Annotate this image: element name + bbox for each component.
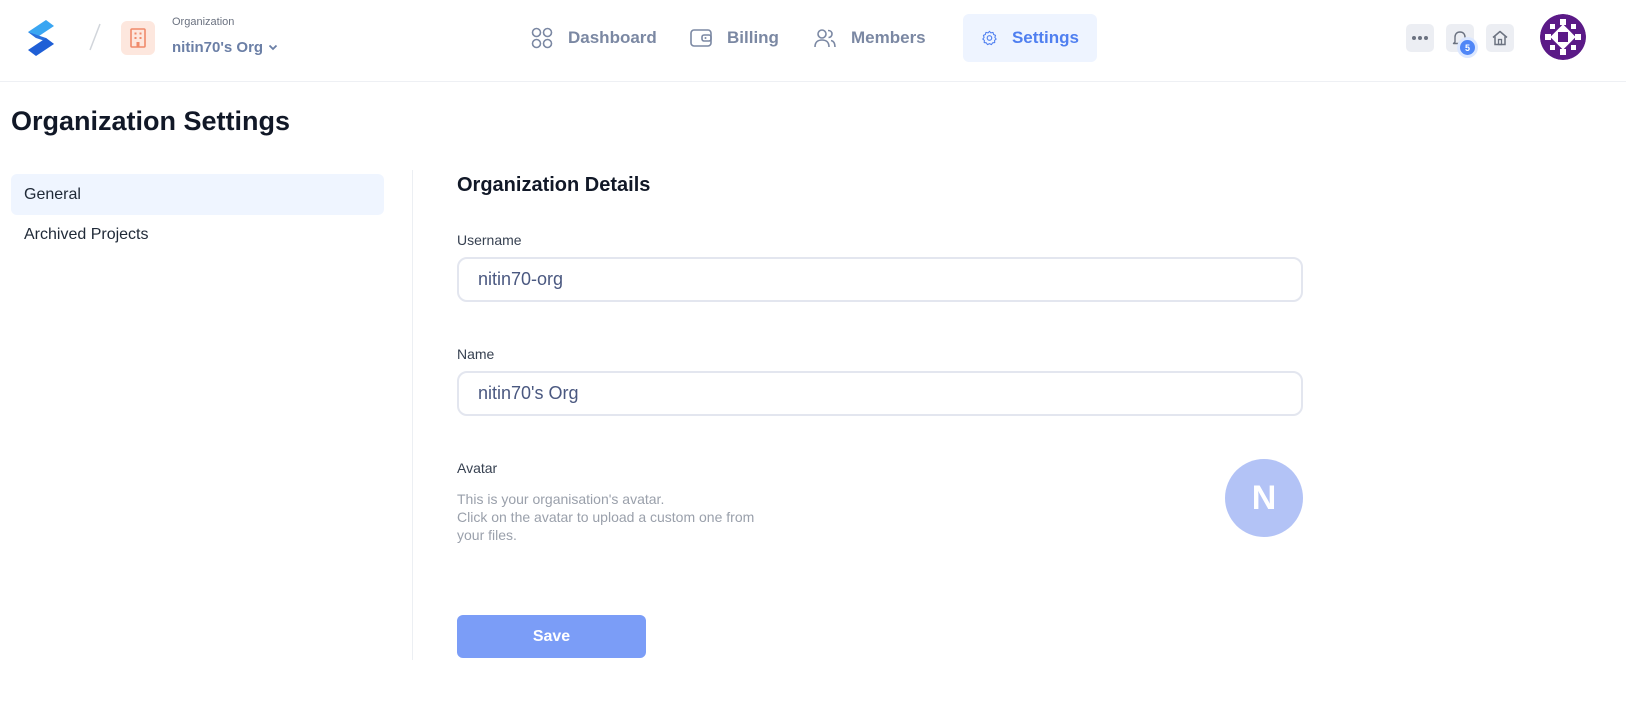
top-navigation-bar: Organization nitin70's Org Dashboard Bil… xyxy=(0,0,1626,82)
nav-dashboard[interactable]: Dashboard xyxy=(512,14,675,62)
username-field[interactable] xyxy=(457,257,1303,302)
nav-billing[interactable]: Billing xyxy=(671,14,797,62)
wallet-icon xyxy=(690,29,712,47)
organization-switcher[interactable]: nitin70's Org xyxy=(172,37,279,57)
more-options-button[interactable] xyxy=(1406,24,1434,52)
sidebar-item-label: Archived Projects xyxy=(24,225,149,243)
avatar-description: This is your organisation's avatar. Clic… xyxy=(457,490,777,544)
more-horizontal-icon xyxy=(1412,36,1428,40)
sidebar-item-archived-projects[interactable]: Archived Projects xyxy=(11,214,384,255)
user-avatar-pattern-icon xyxy=(1540,14,1586,60)
grid-icon xyxy=(531,27,553,49)
app-logo-icon[interactable] xyxy=(24,18,58,58)
avatar-label: Avatar xyxy=(457,460,498,476)
sidebar-item-general[interactable]: General xyxy=(11,174,384,215)
name-field[interactable] xyxy=(457,371,1303,416)
gear-icon xyxy=(982,30,997,46)
nav-billing-label: Billing xyxy=(727,28,779,47)
save-button[interactable]: Save xyxy=(457,615,646,658)
section-divider xyxy=(412,170,413,660)
nav-settings[interactable]: Settings xyxy=(963,14,1097,62)
users-icon xyxy=(814,29,836,48)
home-icon xyxy=(1492,30,1508,46)
name-label: Name xyxy=(457,346,495,362)
nav-members[interactable]: Members xyxy=(795,14,944,62)
user-avatar[interactable] xyxy=(1540,14,1586,60)
section-title: Organization Details xyxy=(457,174,651,196)
organization-name: nitin70's Org xyxy=(172,38,264,56)
home-button[interactable] xyxy=(1486,24,1514,52)
avatar-description-line: This is your organisation's avatar. xyxy=(457,491,665,507)
page-title: Organization Settings xyxy=(11,106,291,136)
username-label: Username xyxy=(457,232,522,248)
notification-count-badge: 5 xyxy=(1460,40,1475,55)
breadcrumb-separator-icon xyxy=(89,23,101,51)
organization-building-icon xyxy=(121,21,155,55)
nav-members-label: Members xyxy=(851,28,926,47)
nav-settings-label: Settings xyxy=(1011,28,1079,47)
chevron-down-icon xyxy=(268,44,278,51)
avatar-description-line: Click on the avatar to upload a custom o… xyxy=(457,509,755,525)
avatar-description-line: your files. xyxy=(457,527,517,543)
organization-avatar-upload[interactable]: N xyxy=(1225,459,1303,537)
nav-dashboard-label: Dashboard xyxy=(568,28,657,47)
sidebar-item-label: General xyxy=(24,185,81,203)
organization-caption: Organization xyxy=(172,16,235,28)
